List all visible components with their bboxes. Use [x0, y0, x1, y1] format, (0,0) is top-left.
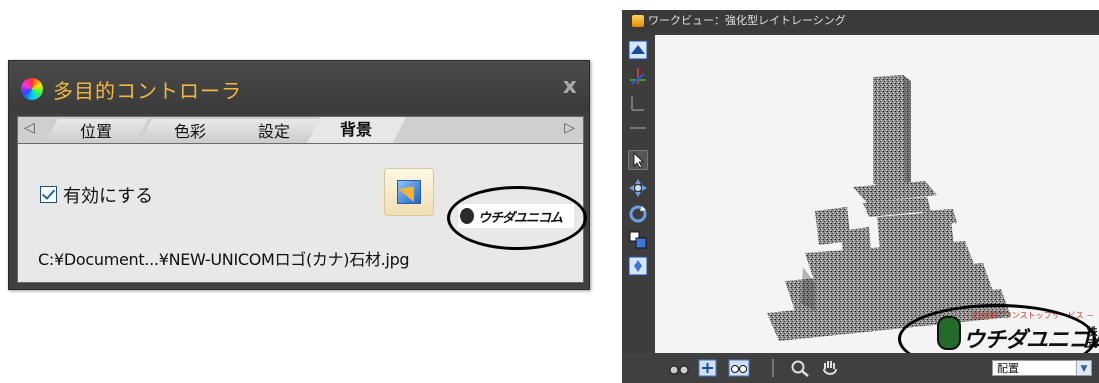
tab-position[interactable]: 位置	[44, 119, 148, 144]
tab-scroll-right-icon[interactable]: ▷	[564, 120, 575, 136]
enable-checkbox[interactable]	[40, 186, 57, 203]
view-toolbar	[628, 40, 650, 340]
view-status-bar: 配置 ▼	[622, 353, 1099, 383]
zoom-region-icon[interactable]	[698, 359, 718, 377]
tab-strip: ◁ 位置 色彩 設定 背景 ▷	[17, 116, 584, 144]
display-mode-icon[interactable]	[628, 40, 648, 60]
enable-checkbox-label: 有効にする	[63, 186, 154, 207]
image-file-path: C:¥Document...¥NEW-UNICOMロゴ(カナ)石材.jpg	[38, 250, 410, 269]
work-view-window: ワークビュー：強化型レイトレーシング － 石材業ITワンストップサービス － ウ…	[622, 10, 1099, 383]
background-tab-panel: 有効にする ウチダユニコム C:¥Document...¥NEW-UNICOMロ…	[17, 143, 587, 283]
fit-view-icon[interactable]	[628, 256, 648, 276]
controller-title: 多目的コントローラ	[53, 79, 242, 103]
grid-icon[interactable]	[628, 94, 648, 114]
rotate-icon[interactable]	[628, 204, 648, 224]
render-viewport[interactable]	[655, 35, 1099, 353]
chevron-down-icon[interactable]: ▼	[1076, 361, 1091, 375]
workview-title-bar[interactable]: ワークビュー：強化型レイトレーシング	[622, 10, 1099, 32]
placement-select[interactable]: 配置 ▼	[992, 360, 1092, 376]
close-button[interactable]: x	[563, 74, 577, 99]
select-cursor-icon[interactable]	[628, 150, 648, 170]
toolbar-separator	[772, 359, 774, 377]
binoculars-icon[interactable]	[668, 359, 690, 377]
highlight-ellipse	[447, 186, 587, 250]
line-icon[interactable]	[628, 118, 648, 138]
tab-scroll-left-icon[interactable]: ◁	[24, 120, 35, 136]
placement-select-value: 配置	[997, 362, 1019, 375]
binoculars-frame-icon[interactable]	[728, 359, 750, 377]
transform-icon[interactable]	[628, 230, 648, 250]
multipurpose-controller-window: 多目的コントローラ x ◁ 位置 色彩 設定 背景 ▷ 有効にする ウチダユニコ…	[8, 60, 590, 290]
tab-background[interactable]: 背景	[306, 117, 406, 145]
axes-icon[interactable]	[628, 66, 648, 86]
color-orb-icon	[21, 78, 43, 100]
controller-title-bar[interactable]: 多目的コントローラ x	[9, 61, 589, 113]
move-icon[interactable]	[628, 178, 648, 198]
load-image-button[interactable]	[384, 168, 434, 216]
tombstone-render-image	[767, 75, 1011, 341]
pan-hand-icon[interactable]	[820, 359, 840, 377]
workview-title: ワークビュー：強化型レイトレーシング	[648, 14, 846, 27]
magnifier-icon[interactable]	[790, 359, 810, 377]
app-icon	[632, 15, 644, 27]
